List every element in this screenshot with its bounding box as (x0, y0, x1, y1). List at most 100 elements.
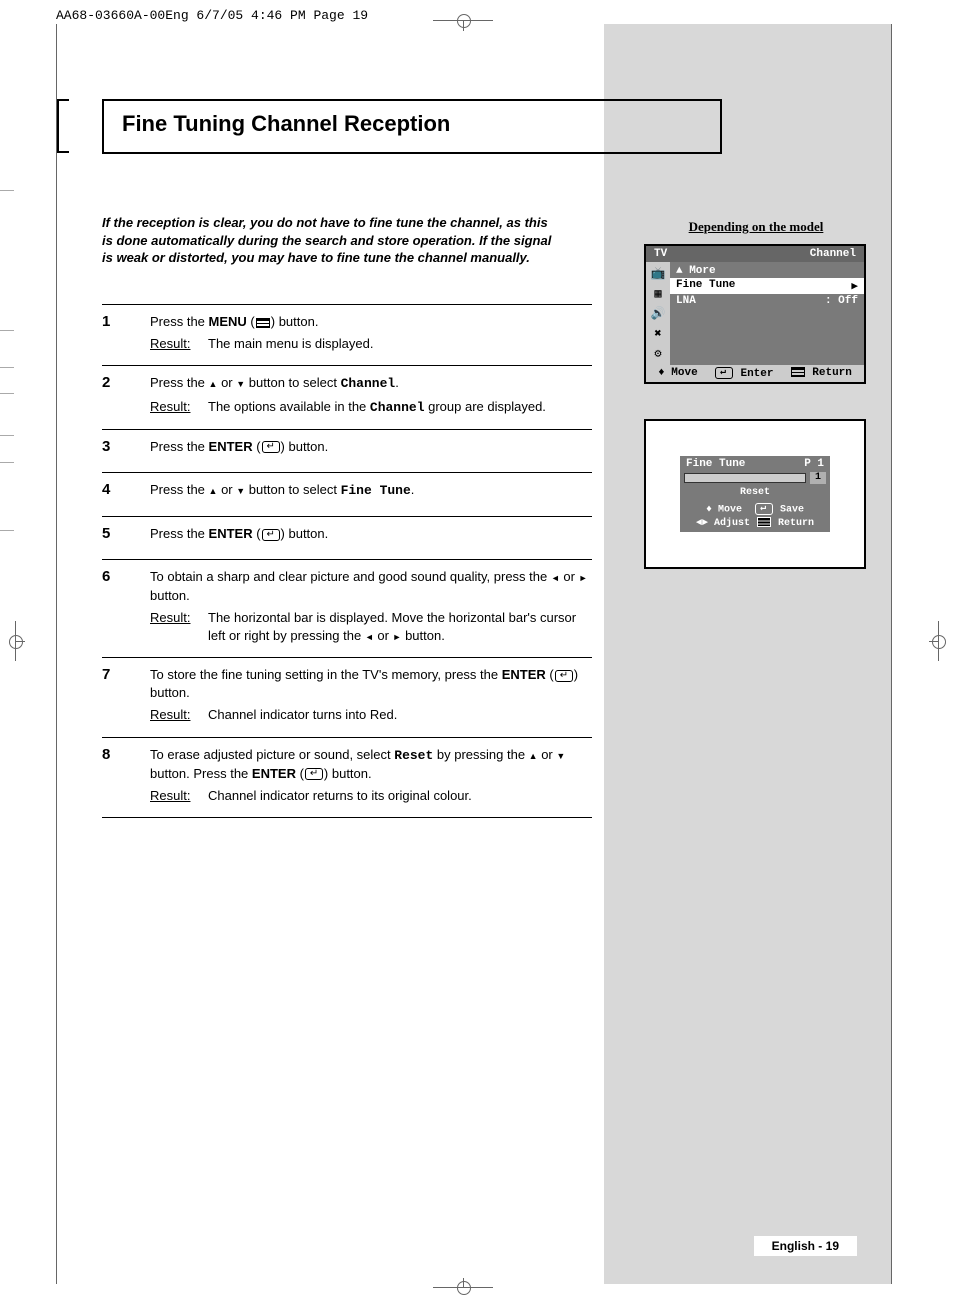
osd-fine-tune: Fine Tune P 1 1 Reset ♦ Move Save ◄► Adj… (644, 419, 866, 569)
text: To obtain a sharp and clear picture and … (150, 569, 551, 584)
step-3: 3 Press the ENTER ( ) button. (102, 429, 592, 472)
text: ) button. (324, 766, 372, 781)
step-7: 7 To store the fine tuning setting in th… (102, 657, 592, 737)
text: To store the fine tuning setting in the … (150, 667, 502, 682)
step-number: 6 (102, 568, 150, 645)
step-1: 1 Press the MENU ( ) button. Result:The m… (102, 304, 592, 365)
text: or (217, 482, 236, 497)
left-arrow-icon (365, 628, 374, 643)
enter-icon (555, 670, 573, 682)
menu-icon (256, 318, 270, 328)
enter-icon (262, 441, 280, 453)
text: button to select (245, 482, 340, 497)
text: ( (546, 667, 554, 682)
osd-footer: ♦ Move Enter Return (646, 365, 864, 382)
page-frame: Fine Tuning Channel Reception If the rec… (56, 24, 892, 1284)
step-number: 7 (102, 666, 150, 725)
result-text: The main menu is displayed. (208, 335, 592, 353)
enter-hint: Enter (714, 367, 774, 380)
steps-list: 1 Press the MENU () button. Result:The m… (102, 304, 592, 818)
channel-indicator: P 1 (804, 458, 824, 470)
step-number: 1 (102, 313, 150, 353)
result-label: Result: (150, 335, 208, 353)
tuning-value: 1 (810, 472, 826, 484)
down-arrow-icon (236, 375, 245, 390)
crop-mark-right (938, 621, 939, 661)
text: by pressing the (433, 747, 528, 762)
enter-label: ENTER (252, 766, 296, 781)
reset-label: Reset (680, 486, 830, 501)
title-tab (57, 99, 69, 153)
text: or (217, 375, 236, 390)
osd-icon-column: 📺 ▦ 🔊 ✖ ⚙ (646, 262, 670, 365)
enter-icon (305, 768, 323, 780)
menu-label: MENU (209, 314, 247, 329)
step-6: 6 To obtain a sharp and clear picture an… (102, 559, 592, 657)
osd2-footer: ♦ Move Save ◄► Adjust Return (680, 501, 830, 532)
page-title: Fine Tuning Channel Reception (122, 111, 702, 137)
screenshots-label: Depending on the model (646, 219, 866, 235)
result-label: Result: (150, 706, 208, 724)
sidebar-tint (604, 24, 891, 1284)
reset-label: Reset (394, 748, 433, 763)
text: or (538, 747, 557, 762)
menu-item-more: ▲ More (676, 264, 858, 278)
text: button to select (245, 375, 340, 390)
enter-icon (262, 529, 280, 541)
text: Press the (150, 482, 209, 497)
text: ( (247, 314, 255, 329)
text: ) button. (281, 439, 329, 454)
return-hint: Return (790, 367, 852, 380)
step-2: 2 Press the or button to select Channel.… (102, 365, 592, 428)
text: button. (150, 588, 190, 603)
setup-icon: ⚙ (654, 346, 661, 361)
page-number: English - 19 (754, 1236, 857, 1256)
intro-text: If the reception is clear, you do not ha… (102, 214, 562, 267)
result-text: Channel indicator turns into Red. (208, 706, 592, 724)
step-number: 5 (102, 525, 150, 547)
osd-title-right: Channel (810, 248, 856, 260)
result-text: The options available in the Channel gro… (208, 398, 592, 417)
return-hint: Return (778, 518, 814, 529)
result-label: Result: (150, 609, 208, 645)
step-number: 3 (102, 438, 150, 460)
step-number: 2 (102, 374, 150, 416)
enter-label: ENTER (209, 526, 253, 541)
title-box: Fine Tuning Channel Reception (102, 99, 722, 154)
text: or (560, 569, 579, 584)
margin-ticks (0, 0, 20, 1298)
menu-item-lna: LNA: Off (676, 294, 858, 308)
picture-icon: ▦ (654, 286, 661, 301)
result-text: The horizontal bar is displayed. Move th… (208, 609, 592, 645)
step-8: 8 To erase adjusted picture or sound, se… (102, 737, 592, 819)
text: button. Press the (150, 766, 252, 781)
sound-icon: 🔊 (651, 306, 666, 321)
adjust-hint: Adjust (714, 518, 750, 529)
text: Press the (150, 439, 209, 454)
tv-icon: 📺 (651, 266, 666, 281)
tuning-bar (684, 473, 806, 483)
text: ) button. (281, 526, 329, 541)
text: ( (253, 439, 261, 454)
move-hint: Move (718, 505, 742, 516)
down-arrow-icon (556, 747, 565, 762)
save-hint: Save (780, 505, 804, 516)
text: ( (296, 766, 304, 781)
fine-tune-label: Fine Tune (341, 483, 411, 498)
step-5: 5 Press the ENTER ( ) button. (102, 516, 592, 559)
result-text: Channel indicator returns to its origina… (208, 787, 592, 805)
crop-mark-top (433, 20, 493, 21)
step-4: 4 Press the or button to select Fine Tun… (102, 472, 592, 516)
fine-tune-title: Fine Tune (686, 458, 745, 470)
crop-mark-bottom (433, 1287, 493, 1288)
result-label: Result: (150, 787, 208, 805)
text: ) button. (271, 314, 319, 329)
print-slug: AA68-03660A-00Eng 6/7/05 4:46 PM Page 19 (56, 8, 368, 23)
result-label: Result: (150, 398, 208, 417)
text: ( (253, 526, 261, 541)
enter-label: ENTER (502, 667, 546, 682)
step-number: 4 (102, 481, 150, 504)
enter-label: ENTER (209, 439, 253, 454)
text: Press the (150, 314, 209, 329)
text: Press the (150, 526, 209, 541)
